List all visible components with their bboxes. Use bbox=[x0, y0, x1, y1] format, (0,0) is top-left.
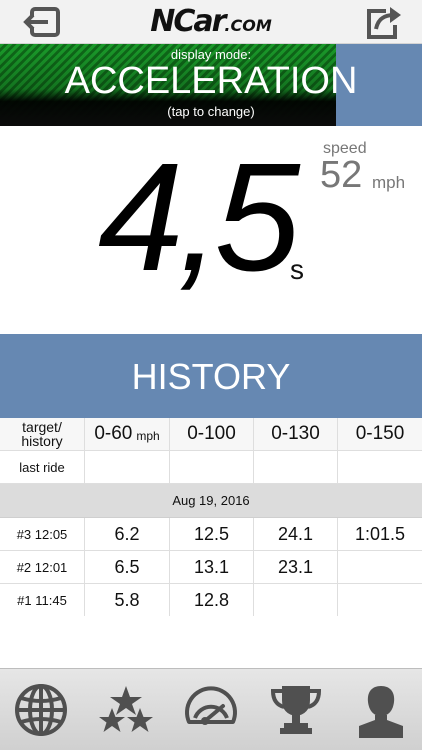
row-0-130: 23.1 bbox=[253, 551, 337, 583]
stars-icon bbox=[99, 686, 153, 732]
history-table: target/ history 0-60 mph 0-100 0-130 0-15… bbox=[0, 418, 422, 617]
table-cell bbox=[337, 451, 422, 483]
row-0-60: 6.2 bbox=[84, 518, 169, 550]
row-0-100: 13.1 bbox=[169, 551, 253, 583]
time-unit: s bbox=[290, 254, 304, 285]
table-row[interactable]: #2 12:01 6.5 13.1 23.1 bbox=[0, 551, 422, 584]
logo-suffix: .COM bbox=[224, 16, 272, 35]
row-0-100: 12.5 bbox=[169, 518, 253, 550]
row-0-60: 5.8 bbox=[84, 584, 169, 616]
header-0-130[interactable]: 0-130 bbox=[253, 418, 337, 450]
trophy-icon bbox=[270, 686, 322, 734]
row-0-130 bbox=[253, 584, 337, 616]
header-0-100[interactable]: 0-100 bbox=[169, 418, 253, 450]
row-label: #3 12:05 bbox=[16, 526, 68, 542]
tab-speedometer[interactable] bbox=[180, 679, 242, 741]
header-label-line2: history bbox=[21, 433, 63, 449]
globe-icon bbox=[15, 684, 67, 736]
row-0-150 bbox=[337, 584, 422, 616]
mode-title: ACCELERATION bbox=[64, 60, 358, 102]
tab-globe[interactable] bbox=[10, 679, 72, 741]
display-mode-toggle[interactable]: display mode: ACCELERATION (tap to chang… bbox=[0, 44, 422, 126]
result-panel: speed 52 mph 4,5 s bbox=[0, 126, 422, 334]
acceleration-time: 4,5 bbox=[98, 131, 300, 303]
speed-value: 52 bbox=[320, 154, 363, 196]
speed-unit: mph bbox=[372, 173, 406, 192]
tab-trophy[interactable] bbox=[265, 679, 327, 741]
row-0-150 bbox=[337, 551, 422, 583]
header-target-history: target/ history bbox=[0, 418, 84, 450]
empty-area bbox=[0, 616, 422, 668]
tab-profile[interactable] bbox=[350, 679, 412, 741]
row-label: #2 12:01 bbox=[16, 559, 68, 575]
date-separator: Aug 19, 2016 bbox=[0, 484, 422, 518]
row-0-150: 1:01.5 bbox=[337, 518, 422, 550]
last-ride-label: last ride bbox=[19, 459, 65, 475]
header-label-line1: target/ bbox=[22, 419, 62, 435]
table-cell bbox=[253, 451, 337, 483]
speedometer-icon bbox=[185, 686, 237, 725]
table-row[interactable]: #1 11:45 5.8 12.8 bbox=[0, 584, 422, 617]
table-row[interactable]: #3 12:05 6.2 12.5 24.1 1:01.5 bbox=[0, 518, 422, 551]
tab-stars[interactable] bbox=[95, 679, 157, 741]
app-logo: NCar.COM bbox=[0, 4, 422, 39]
table-cell bbox=[84, 451, 169, 483]
row-0-60: 6.5 bbox=[84, 551, 169, 583]
top-bar: NCar.COM bbox=[0, 0, 422, 44]
bottom-tab-bar bbox=[0, 668, 422, 750]
mode-hint: (tap to change) bbox=[167, 104, 255, 119]
header-0-60-unit: mph bbox=[136, 429, 160, 443]
table-cell bbox=[169, 451, 253, 483]
row-label: #1 11:45 bbox=[17, 592, 67, 608]
header-0-60-label: 0-60 bbox=[94, 423, 133, 444]
share-button[interactable] bbox=[364, 3, 404, 41]
header-0-60[interactable]: 0-60 mph bbox=[84, 418, 169, 450]
share-icon bbox=[367, 7, 401, 39]
header-0-150[interactable]: 0-150 bbox=[337, 418, 422, 450]
history-header: HISTORY bbox=[0, 334, 422, 418]
table-header-row: target/ history 0-60 mph 0-100 0-130 0-15… bbox=[0, 418, 422, 451]
profile-icon bbox=[359, 686, 403, 738]
row-0-100: 12.8 bbox=[169, 584, 253, 616]
last-ride-row: last ride bbox=[0, 451, 422, 484]
logo-main: NCar bbox=[150, 4, 226, 39]
history-title: HISTORY bbox=[131, 356, 291, 397]
row-0-130: 24.1 bbox=[253, 518, 337, 550]
